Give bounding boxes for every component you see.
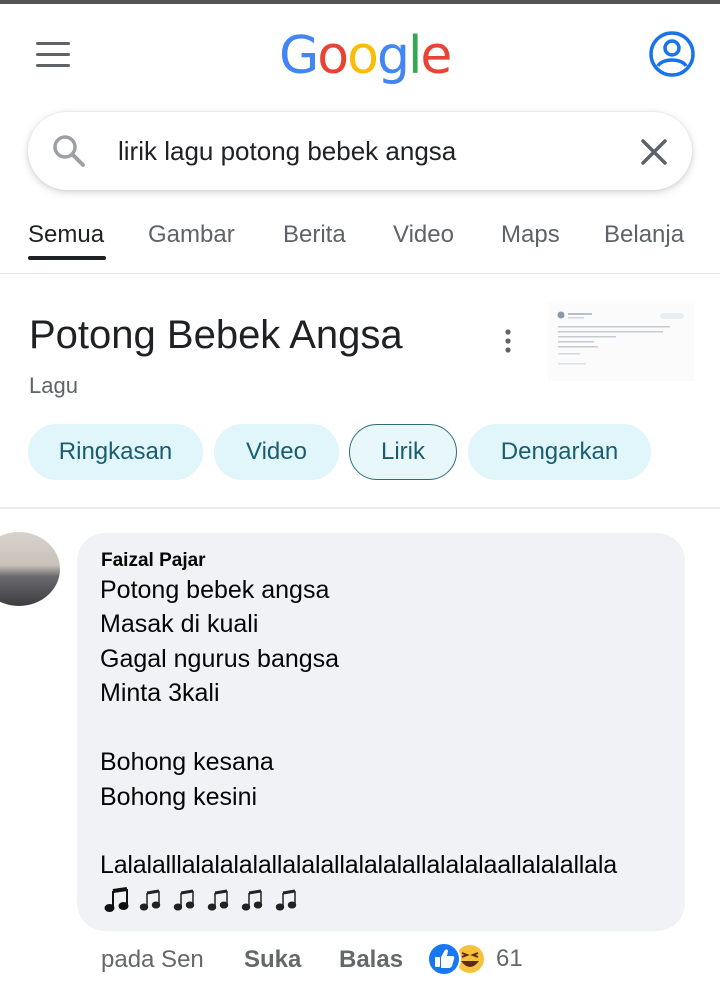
search-icon[interactable]: [52, 134, 86, 168]
active-tab-indicator: [28, 256, 106, 260]
like-button[interactable]: Suka: [244, 944, 301, 976]
search-input[interactable]: lirik lagu potong bebek angsa: [118, 134, 456, 168]
reply-button[interactable]: Balas: [339, 944, 403, 976]
close-icon[interactable]: [638, 136, 670, 168]
logo-letter: o: [347, 26, 379, 86]
hamburger-menu-icon[interactable]: [36, 42, 70, 68]
music-notes-icon: [104, 887, 297, 912]
reaction-icons[interactable]: [426, 941, 490, 977]
comment-line: Bohong kesini: [100, 783, 258, 811]
section-divider: [0, 507, 720, 509]
google-logo[interactable]: Google: [279, 26, 452, 86]
tab-semua[interactable]: Semua: [28, 220, 104, 250]
more-vert-icon[interactable]: [498, 326, 518, 356]
tab-belanja[interactable]: Belanja: [604, 220, 684, 250]
chip-ringkasan[interactable]: Ringkasan: [28, 424, 203, 480]
header: Google: [0, 4, 720, 104]
tab-maps[interactable]: Maps: [501, 220, 560, 250]
search-box[interactable]: lirik lagu potong bebek angsa: [28, 112, 692, 190]
comment-line: Lalalalllalalalalallalalallalalalallalal…: [100, 851, 617, 879]
comment-line: Masak di kuali: [100, 610, 259, 638]
search-tabs: Semua Gambar Berita Video Maps Belanja: [0, 210, 720, 274]
comment-bubble: Faizal Pajar Potong bebek angsa Masak di…: [77, 533, 685, 931]
chip-lirik[interactable]: Lirik: [349, 424, 457, 480]
account-circle-icon[interactable]: [648, 30, 696, 78]
comment-time[interactable]: pada Sen: [101, 944, 204, 976]
logo-letter: G: [279, 26, 319, 86]
comment-line: Gagal ngurus bangsa: [100, 645, 340, 673]
chip-video[interactable]: Video: [214, 424, 339, 480]
comment-line: Potong bebek angsa: [100, 576, 330, 604]
logo-letter: l: [407, 26, 423, 86]
tab-berita[interactable]: Berita: [283, 220, 346, 250]
song-title: Potong Bebek Angsa: [29, 313, 403, 357]
logo-letter: e: [420, 26, 452, 86]
thumbnail-image[interactable]: [548, 303, 694, 381]
comment-line: Minta 3kali: [100, 679, 220, 707]
logo-letter: g: [376, 26, 410, 86]
like-icon: [427, 942, 461, 976]
song-subtitle: Lagu: [29, 373, 78, 398]
chip-dengarkan[interactable]: Dengarkan: [468, 424, 651, 480]
tab-gambar[interactable]: Gambar: [148, 220, 235, 250]
tab-video[interactable]: Video: [393, 220, 454, 250]
comment-line: Bohong kesana: [100, 748, 274, 776]
reaction-count[interactable]: 61: [496, 943, 523, 975]
avatar[interactable]: [0, 532, 60, 606]
logo-letter: o: [317, 26, 349, 86]
comment-author[interactable]: Faizal Pajar: [101, 549, 206, 573]
